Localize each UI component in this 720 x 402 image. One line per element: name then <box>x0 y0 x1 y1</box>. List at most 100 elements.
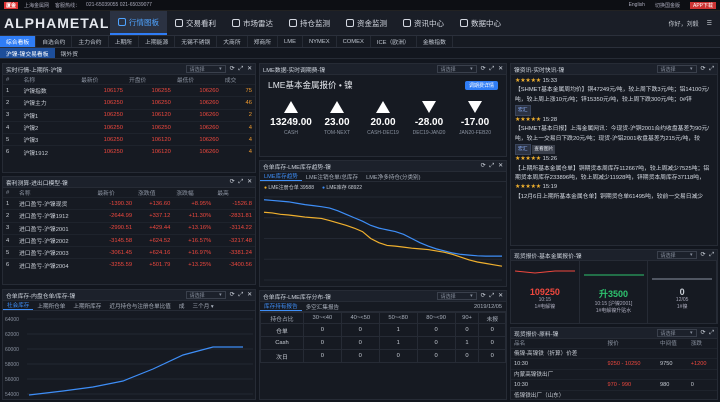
close-icon[interactable]: ✕ <box>498 293 503 299</box>
brand-logo[interactable]: ALPHAMETAL <box>0 15 110 31</box>
news-tag[interactable]: 宏汇 <box>515 144 531 156</box>
table-row[interactable]: 低镍铁出厂（山东） <box>511 389 717 399</box>
range-select[interactable]: 三个月 ▾ <box>189 301 218 310</box>
tab-7[interactable]: 郑商所 <box>248 36 279 47</box>
select-dropdown[interactable]: 请选择 ▾ <box>656 65 697 73</box>
refresh-icon[interactable]: ⟳ <box>701 66 706 72</box>
table-row[interactable]: 4 沪镍2 106250 106250 106260 4 <box>3 120 255 134</box>
table-row[interactable]: 6 进口盈亏-沪镍2004 -3255.59 +501.79 +13.25% -3400.… <box>3 258 255 272</box>
close-icon[interactable]: ✕ <box>247 179 252 185</box>
english-link[interactable]: English <box>629 2 645 8</box>
refresh-icon[interactable]: ⟳ <box>481 293 486 299</box>
news-item[interactable]: ★★★★★ 15:26 【上期所基本金属仓单】铜期货本周库存112667吨，较上周… <box>515 155 713 183</box>
refresh-icon[interactable]: ⟳ <box>230 292 235 298</box>
refresh-icon[interactable]: ⟳ <box>481 163 486 169</box>
close-icon[interactable]: ✕ <box>498 163 503 169</box>
tab-4[interactable]: 上期能源 <box>139 36 176 47</box>
stock-tab-2[interactable]: 上期所库存 <box>69 301 105 310</box>
stock-tab-3[interactable]: 近月持仓与注册仓单比值 <box>105 301 175 310</box>
select-dropdown[interactable]: 请选择 ▾ <box>436 292 477 300</box>
table-row[interactable]: 1 沪镍指数 106175 106255 106260 75 <box>3 83 255 97</box>
expand-icon[interactable]: ⤢ <box>490 293 495 300</box>
tab-nickel-board[interactable]: 沪镍-镍交易看板 <box>0 48 55 58</box>
table-row[interactable]: 4 进口盈亏-沪镍2002 -3145.58 +624.52 +16.57% -3217.… <box>3 233 255 247</box>
refresh-icon[interactable]: ⟳ <box>230 66 235 72</box>
news-item[interactable]: ★★★★★ 15:33 【SHMET基本金属周均价】铜47249元/吨，较上周下跌… <box>515 77 713 117</box>
app-download-link[interactable]: APP下载 <box>689 1 716 9</box>
table-row[interactable]: 次日 0 0 0 0 0 0 <box>260 349 506 363</box>
tab-12[interactable]: 金融指数 <box>417 36 453 47</box>
news-tag[interactable]: 宏汇 <box>515 104 531 117</box>
expand-icon[interactable]: ⤢ <box>239 292 244 299</box>
nav-fund-monitor[interactable]: 资金监测 <box>338 11 395 35</box>
tab-5[interactable]: 无锡不锈钢 <box>175 36 218 47</box>
user-greeting[interactable]: 你好，刘毅 <box>669 19 699 28</box>
table-row[interactable]: 2 进口盈亏-沪镍1912 -2644.99 +337.12 +11.30% -2831.… <box>3 209 255 223</box>
spot-widget-1[interactable]: 109250 10:15 1#电解镍 <box>511 261 580 323</box>
news-item[interactable]: ★★★★★ 15:19 【12月6日上期所基本金属仓单】铜期货仓单61495吨，较… <box>515 183 713 202</box>
expand-icon[interactable]: ⤢ <box>709 66 714 73</box>
lme-tab-0[interactable]: LME库存趋势 <box>260 172 302 181</box>
select-dropdown[interactable]: 请选择 ▾ <box>656 251 697 259</box>
expand-icon[interactable]: ⤢ <box>490 163 495 170</box>
nav-data-center[interactable]: 数据中心 <box>452 11 509 35</box>
select-dropdown[interactable]: 请选择 ▾ <box>656 329 697 337</box>
swap-detail-button[interactable]: 调期费详情 <box>464 80 498 90</box>
news-item[interactable]: ★★★★★ 15:28 【SHMET基本日报】上海金属网讯：今现货-沪铜2001合… <box>515 116 713 156</box>
spot-widget-3[interactable]: 0 12/05 1#镍 <box>648 261 717 323</box>
expand-icon[interactable]: ⤢ <box>239 179 244 186</box>
tab-10[interactable]: COMEX <box>337 36 371 47</box>
close-icon[interactable]: ✕ <box>247 292 252 298</box>
nav-market-radar[interactable]: 市场雷达 <box>224 11 281 35</box>
expand-icon[interactable]: ⤢ <box>490 66 495 73</box>
table-row[interactable]: 3 进口盈亏-沪镍2001 -2990.51 +429.44 +13.16% -3114.… <box>3 221 255 235</box>
tab-11[interactable]: ICE（欧洲） <box>371 36 417 47</box>
close-icon[interactable]: ✕ <box>247 66 252 72</box>
stock-tab-4[interactable]: 成 <box>175 301 189 310</box>
table-row[interactable]: 6 沪镍1912 106250 106120 106260 4 <box>3 145 255 159</box>
table-row[interactable]: 2 沪镍主力 106250 106250 106260 46 <box>3 96 255 110</box>
view-image-button[interactable]: 查看图片 <box>532 145 556 155</box>
tab-1[interactable]: 自选合约 <box>36 36 73 47</box>
table-row[interactable]: Cash 0 0 1 0 1 0 <box>260 336 506 350</box>
select-dropdown[interactable]: 请选择 ▾ <box>436 65 477 73</box>
stock-tab-0[interactable]: 社会库存 <box>3 301 34 310</box>
table-row[interactable]: 1 进口盈亏-沪镍现货 -1390.30 +136.60 +8.95% -1526.8 <box>3 196 255 210</box>
tab-2[interactable]: 主力合约 <box>72 36 109 47</box>
lme-tab-1[interactable]: LME注销仓单/总库存 <box>302 172 362 181</box>
stock-tab-1[interactable]: 上期所仓单 <box>33 301 69 310</box>
refresh-icon[interactable]: ⟳ <box>701 330 706 336</box>
tab-0[interactable]: 综合看板 <box>0 36 37 47</box>
expand-icon[interactable]: ⤢ <box>709 252 714 259</box>
lme-tab-2[interactable]: LME净多持仓(分类别) <box>362 172 424 181</box>
nav-quotes-board[interactable]: 行情图板 <box>110 11 167 35</box>
table-row[interactable]: 5 进口盈亏-沪镍2003 -3061.45 +624.16 +16.97% -3381.… <box>3 246 255 259</box>
tab-steel-trade[interactable]: 钢外贸 <box>55 48 84 58</box>
expand-icon[interactable]: ⤢ <box>239 66 244 73</box>
close-icon[interactable]: ✕ <box>498 66 503 72</box>
date-picker[interactable]: 2019/12/05 <box>470 302 506 311</box>
tab-8[interactable]: LME <box>278 36 303 47</box>
refresh-icon[interactable]: ⟳ <box>230 179 235 185</box>
select-dropdown[interactable]: 请选择 ▾ <box>185 291 226 299</box>
select-dropdown[interactable]: 请选择 ▾ <box>185 65 226 73</box>
nav-trade-profit[interactable]: 交易看利 <box>167 11 224 35</box>
tab-stock-holding[interactable]: 库存持有报告 <box>260 302 302 311</box>
table-row[interactable]: 5 沪镍3 106250 106120 106260 4 <box>3 133 255 146</box>
table-row[interactable]: 内蒙高镍铁出厂 <box>511 368 717 380</box>
nav-news-center[interactable]: 资讯中心 <box>395 11 452 35</box>
refresh-icon[interactable]: ⟳ <box>481 66 486 72</box>
tab-6[interactable]: 大商所 <box>217 36 248 47</box>
table-row[interactable]: 10:30 9250 - 10250 9750 +1200 <box>511 358 717 369</box>
tab-9[interactable]: NYMEX <box>303 36 337 47</box>
tab-long-short[interactable]: 多空汇集报告 <box>302 302 344 311</box>
refresh-icon[interactable]: ⟳ <box>701 252 706 258</box>
table-row[interactable]: 3 沪镍1 106250 106120 106260 2 <box>3 108 255 122</box>
menu-icon[interactable]: ☰ <box>707 20 712 27</box>
expand-icon[interactable]: ⤢ <box>709 330 714 337</box>
nav-position-monitor[interactable]: 持仓监测 <box>281 11 338 35</box>
table-row[interactable]: 仓单 0 0 1 0 0 0 <box>260 323 506 337</box>
tab-3[interactable]: 上期所 <box>109 36 140 47</box>
switch-version-link[interactable]: 切换国金版 <box>655 2 680 9</box>
table-row[interactable]: 俄镍-高镍铁（折算）价差 <box>511 347 717 359</box>
